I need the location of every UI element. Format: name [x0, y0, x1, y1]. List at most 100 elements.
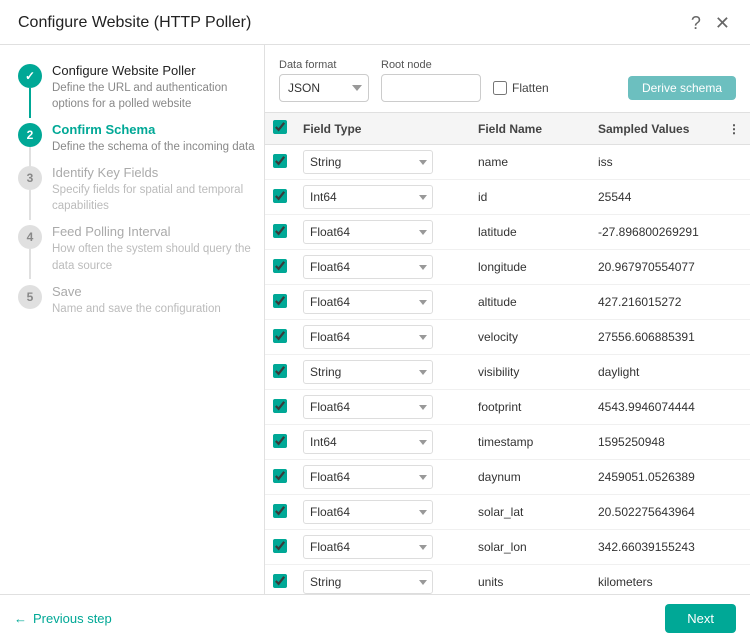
help-button[interactable]: ?	[689, 12, 703, 34]
field-type-select[interactable]: StringInt64Float64BooleanDateTimestamp	[303, 535, 433, 559]
field-name-cell: solar_lat	[470, 495, 590, 530]
sampled-value-cell: 427.216015272	[590, 285, 750, 320]
step-3-title: Identify Key Fields	[52, 165, 264, 180]
field-name-cell: footprint	[470, 390, 590, 425]
step-5-text: Save Name and save the configuration	[52, 284, 221, 317]
row-checkbox[interactable]	[273, 294, 287, 308]
field-type-cell: StringInt64Float64BooleanDateTimestamp	[295, 285, 470, 320]
field-type-cell: StringInt64Float64BooleanDateTimestamp	[295, 530, 470, 565]
field-type-select[interactable]: StringInt64Float64BooleanDateTimestamp	[303, 255, 433, 279]
step-1-connector	[29, 88, 31, 118]
row-checkbox-cell	[265, 145, 295, 180]
row-checkbox-cell	[265, 460, 295, 495]
dialog-header: Configure Website (HTTP Poller) ? ✕	[0, 0, 750, 45]
step-1-icon: ✓	[18, 64, 42, 88]
field-type-select[interactable]: StringInt64Float64BooleanDateTimestamp	[303, 500, 433, 524]
root-node-group: Root node	[381, 59, 481, 102]
step-2-subtitle: Define the schema of the incoming data	[52, 139, 255, 155]
table-row: StringInt64Float64BooleanDateTimestamp la…	[265, 215, 750, 250]
top-controls: Data format JSON XML CSV Root node Flatt…	[265, 59, 750, 112]
row-checkbox-cell	[265, 355, 295, 390]
field-type-select[interactable]: StringInt64Float64BooleanDateTimestamp	[303, 570, 433, 594]
field-name-cell: latitude	[470, 215, 590, 250]
field-name-cell: velocity	[470, 320, 590, 355]
step-2-title: Confirm Schema	[52, 122, 255, 137]
sampled-value-cell: 2459051.0526389	[590, 460, 750, 495]
step-3: 3 Identify Key Fields Specify fields for…	[18, 165, 264, 214]
row-checkbox[interactable]	[273, 329, 287, 343]
data-format-label: Data format	[279, 59, 369, 71]
select-all-checkbox[interactable]	[273, 120, 287, 134]
th-field-type: Field Type	[295, 113, 470, 145]
field-name-cell: id	[470, 180, 590, 215]
next-button[interactable]: Next	[665, 604, 736, 633]
field-type-select[interactable]: StringInt64Float64BooleanDateTimestamp	[303, 185, 433, 209]
row-checkbox-cell	[265, 530, 295, 565]
row-checkbox[interactable]	[273, 574, 287, 588]
field-type-select[interactable]: StringInt64Float64BooleanDateTimestamp	[303, 395, 433, 419]
root-node-input[interactable]	[381, 74, 481, 102]
previous-button[interactable]: ← Previous step	[14, 611, 112, 626]
field-type-cell: StringInt64Float64BooleanDateTimestamp	[295, 390, 470, 425]
table-row: StringInt64Float64BooleanDateTimestamplo…	[265, 250, 750, 285]
row-checkbox-cell	[265, 215, 295, 250]
step-1-text: Configure Website Poller Define the URL …	[52, 63, 264, 112]
step-4-icon: 4	[18, 225, 42, 249]
field-type-cell: StringInt64Float64BooleanDateTimestamp	[295, 180, 470, 215]
field-type-select[interactable]: StringInt64Float64BooleanDateTimestamp	[303, 290, 433, 314]
field-name-cell: name	[470, 145, 590, 180]
row-checkbox-cell	[265, 285, 295, 320]
sampled-value-cell: iss	[590, 145, 750, 180]
field-name-cell: units	[470, 565, 590, 595]
row-checkbox[interactable]	[273, 399, 287, 413]
sampled-value-cell: 1595250948	[590, 425, 750, 460]
sampled-value-cell: 27556.606885391	[590, 320, 750, 355]
dialog-title: Configure Website (HTTP Poller)	[18, 14, 251, 32]
flatten-group: Flatten	[493, 81, 549, 95]
step-4-text: Feed Polling Interval How often the syst…	[52, 224, 264, 273]
close-button[interactable]: ✕	[713, 12, 732, 34]
prev-arrow-icon: ←	[14, 611, 27, 626]
field-type-select[interactable]: StringInt64Float64BooleanDateTimestamp	[303, 465, 433, 489]
th-more[interactable]: ⋮	[715, 113, 750, 145]
th-field-name: Field Name	[470, 113, 590, 145]
step-1: ✓ Configure Website Poller Define the UR…	[18, 63, 264, 112]
field-name-cell: visibility	[470, 355, 590, 390]
sampled-value-cell: -27.896800269291	[590, 215, 750, 250]
row-checkbox[interactable]	[273, 469, 287, 483]
table-row: StringInt64Float64BooleanDateTimestamp un…	[265, 565, 750, 595]
field-type-select[interactable]: StringInt64Float64BooleanDateTimestamp	[303, 360, 433, 384]
row-checkbox[interactable]	[273, 539, 287, 553]
step-2-icon: 2	[18, 123, 42, 147]
field-type-cell: StringInt64Float64BooleanDateTimestamp	[295, 460, 470, 495]
field-type-cell: StringInt64Float64BooleanDateTimestamp	[295, 495, 470, 530]
th-sampled-values: Sampled Values	[590, 113, 715, 145]
row-checkbox-cell	[265, 565, 295, 595]
field-type-select[interactable]: StringInt64Float64BooleanDateTimestamp	[303, 220, 433, 244]
step-1-subtitle: Define the URL and authentication option…	[52, 80, 264, 112]
row-checkbox[interactable]	[273, 259, 287, 273]
data-format-select[interactable]: JSON XML CSV	[279, 74, 369, 102]
row-checkbox-cell	[265, 390, 295, 425]
sampled-value-cell: 342.66039155243	[590, 530, 750, 565]
row-checkbox[interactable]	[273, 189, 287, 203]
field-name-cell: altitude	[470, 285, 590, 320]
field-type-select[interactable]: StringInt64Float64BooleanDateTimestamp	[303, 430, 433, 454]
field-type-select[interactable]: StringInt64Float64BooleanDateTimestamp	[303, 150, 433, 174]
step-3-connector	[29, 190, 31, 220]
step-3-icon: 3	[18, 166, 42, 190]
row-checkbox[interactable]	[273, 224, 287, 238]
derive-schema-button[interactable]: Derive schema	[628, 76, 736, 100]
row-checkbox[interactable]	[273, 504, 287, 518]
table-row: StringInt64Float64BooleanDateTimestamp fo…	[265, 390, 750, 425]
flatten-checkbox[interactable]	[493, 81, 507, 95]
step-5: 5 Save Name and save the configuration	[18, 284, 264, 317]
row-checkbox[interactable]	[273, 434, 287, 448]
footer: ← Previous step Next	[0, 594, 750, 642]
right-panel: Data format JSON XML CSV Root node Flatt…	[265, 45, 750, 594]
field-type-select[interactable]: StringInt64Float64BooleanDateTimestamp	[303, 325, 433, 349]
row-checkbox-cell	[265, 250, 295, 285]
sampled-value-cell: 25544	[590, 180, 750, 215]
row-checkbox[interactable]	[273, 364, 287, 378]
row-checkbox[interactable]	[273, 154, 287, 168]
